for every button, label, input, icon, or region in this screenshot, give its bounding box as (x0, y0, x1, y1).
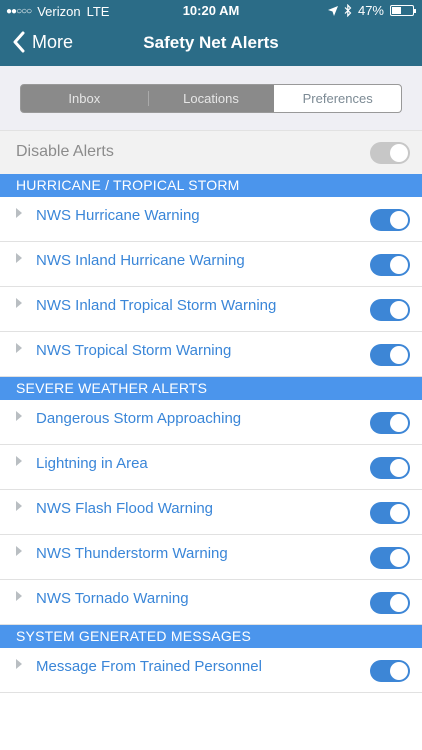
tab-locations[interactable]: Locations (147, 85, 275, 112)
disclosure-triangle-icon[interactable] (16, 411, 22, 421)
navigation-bar: More Safety Net Alerts (0, 22, 422, 66)
alert-label: NWS Inland Hurricane Warning (36, 252, 245, 269)
alert-row[interactable]: NWS Inland Hurricane Warning (0, 242, 422, 287)
alert-toggle[interactable] (370, 209, 410, 231)
toggle-knob (390, 346, 408, 364)
disclosure-triangle-icon[interactable] (16, 253, 22, 263)
alert-row[interactable]: NWS Tornado Warning (0, 580, 422, 625)
alert-label: NWS Tropical Storm Warning (36, 342, 232, 359)
disclosure-triangle-icon[interactable] (16, 546, 22, 556)
alert-label: NWS Hurricane Warning (36, 207, 200, 224)
disclosure-triangle-icon[interactable] (16, 501, 22, 511)
toggle-knob (390, 549, 408, 567)
alert-toggle[interactable] (370, 254, 410, 276)
section-header: HURRICANE / TROPICAL STORM (0, 174, 422, 197)
alert-toggle[interactable] (370, 660, 410, 682)
bluetooth-icon (344, 4, 352, 17)
toggle-knob (390, 256, 408, 274)
alert-label: NWS Tornado Warning (36, 590, 189, 607)
toggle-knob (390, 594, 408, 612)
tab-inbox[interactable]: Inbox (21, 85, 148, 112)
alert-toggle[interactable] (370, 502, 410, 524)
alert-row[interactable]: Dangerous Storm Approaching (0, 400, 422, 445)
toggle-knob (390, 662, 408, 680)
alert-label: NWS Flash Flood Warning (36, 500, 213, 517)
disable-alerts-label: Disable Alerts (16, 143, 114, 160)
alert-row[interactable]: NWS Flash Flood Warning (0, 490, 422, 535)
alert-label: NWS Thunderstorm Warning (36, 545, 228, 562)
disable-alerts-row: Disable Alerts (0, 130, 422, 174)
toggle-knob (390, 504, 408, 522)
disclosure-triangle-icon[interactable] (16, 343, 22, 353)
segmented-control: Inbox Locations Preferences (20, 84, 402, 113)
segment-bar: Inbox Locations Preferences (0, 66, 422, 130)
alert-row[interactable]: NWS Hurricane Warning (0, 197, 422, 242)
alert-label: Lightning in Area (36, 455, 148, 472)
tab-preferences[interactable]: Preferences (274, 85, 401, 112)
alert-row[interactable]: NWS Tropical Storm Warning (0, 332, 422, 377)
alert-row[interactable]: NWS Inland Tropical Storm Warning (0, 287, 422, 332)
section-header: SYSTEM GENERATED MESSAGES (0, 625, 422, 648)
alert-label: Dangerous Storm Approaching (36, 410, 242, 427)
top-bar: ●●○○○ Verizon LTE 10:20 AM 47% More Safe… (0, 0, 422, 66)
alert-row[interactable]: Lightning in Area (0, 445, 422, 490)
page-title: Safety Net Alerts (143, 33, 279, 52)
disclosure-triangle-icon[interactable] (16, 591, 22, 601)
alert-toggle[interactable] (370, 457, 410, 479)
alert-row[interactable]: NWS Thunderstorm Warning (0, 535, 422, 580)
status-bar: ●●○○○ Verizon LTE 10:20 AM 47% (0, 0, 422, 22)
alert-toggle[interactable] (370, 412, 410, 434)
disclosure-triangle-icon[interactable] (16, 456, 22, 466)
toggle-knob (390, 144, 408, 162)
alert-label: NWS Inland Tropical Storm Warning (36, 297, 277, 314)
alert-sections: HURRICANE / TROPICAL STORM NWS Hurricane … (0, 174, 422, 693)
alert-label: Message From Trained Personnel (36, 658, 262, 675)
disclosure-triangle-icon[interactable] (16, 298, 22, 308)
location-arrow-icon (327, 5, 338, 16)
toggle-knob (390, 301, 408, 319)
battery-icon (390, 5, 416, 16)
toggle-knob (390, 211, 408, 229)
alert-toggle[interactable] (370, 344, 410, 366)
alert-toggle[interactable] (370, 547, 410, 569)
alert-row[interactable]: Message From Trained Personnel (0, 648, 422, 693)
battery-percent: 47% (357, 3, 384, 18)
alert-toggle[interactable] (370, 299, 410, 321)
disable-alerts-toggle[interactable] (370, 142, 410, 164)
toggle-knob (390, 459, 408, 477)
section-header: SEVERE WEATHER ALERTS (0, 377, 422, 400)
alert-toggle[interactable] (370, 592, 410, 614)
toggle-knob (390, 414, 408, 432)
disclosure-triangle-icon[interactable] (16, 208, 22, 218)
disclosure-triangle-icon[interactable] (16, 659, 22, 669)
